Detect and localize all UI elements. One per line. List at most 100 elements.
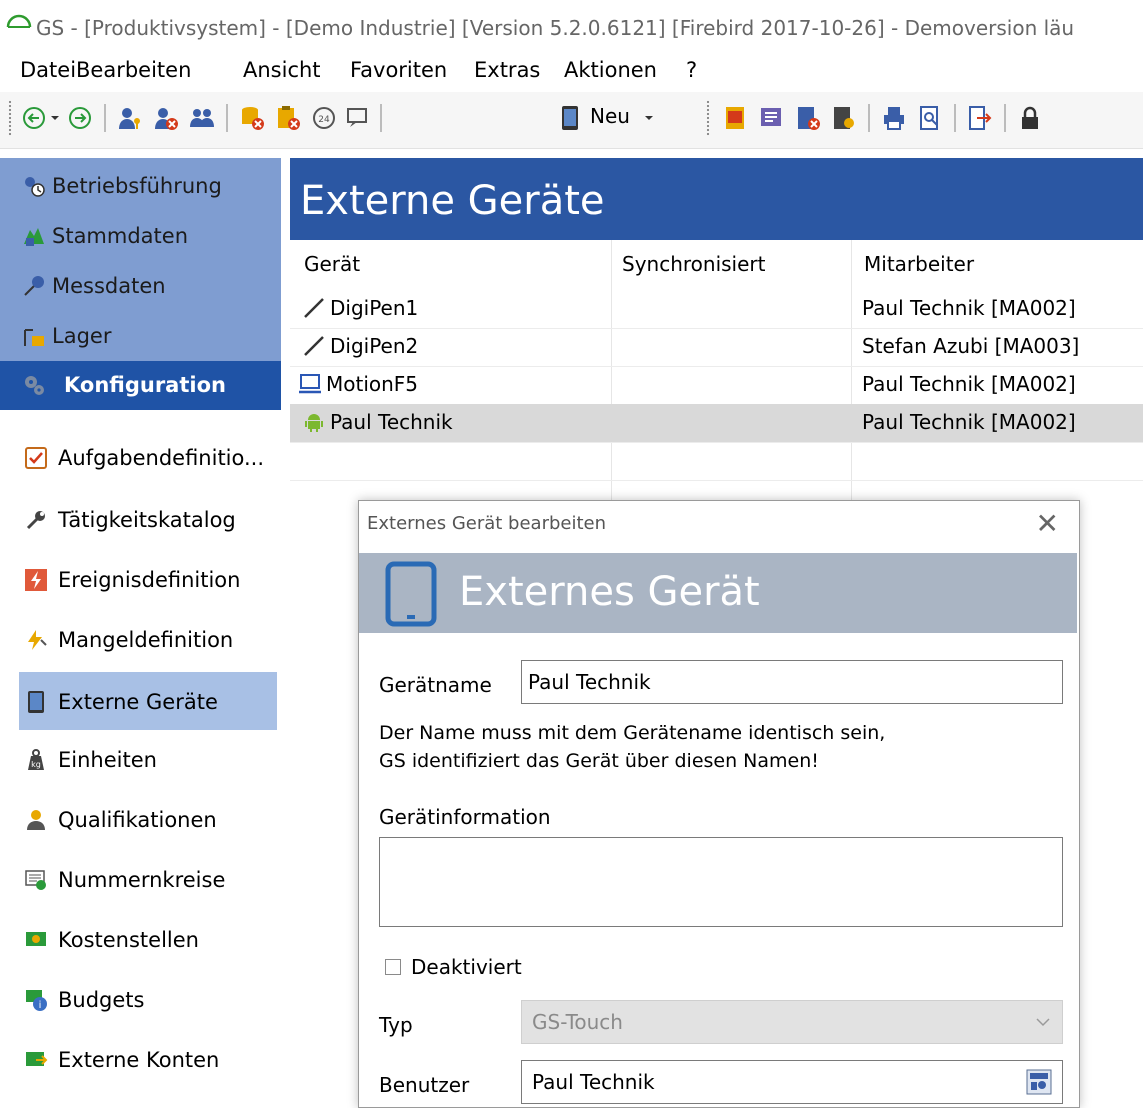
subnav-aufgabendefinition[interactable]: Aufgabendefinitio... <box>24 446 264 470</box>
cell-employee: Paul Technik [MA002] <box>862 296 1076 320</box>
nav-konfiguration[interactable]: Konfiguration <box>0 361 281 410</box>
task-check-icon <box>25 447 47 469</box>
toolbar-grip[interactable] <box>8 100 12 136</box>
subnav-label: Tätigkeitskatalog <box>58 508 236 532</box>
measurement-pin-icon <box>24 276 44 296</box>
pen-icon <box>304 336 324 356</box>
chevron-down-icon[interactable] <box>640 104 658 132</box>
database-remove-icon[interactable] <box>238 104 266 132</box>
qualification-icon <box>27 810 45 830</box>
print-icon[interactable] <box>880 104 908 132</box>
clipboard-remove-icon[interactable] <box>274 104 302 132</box>
svg-text:24: 24 <box>318 115 330 125</box>
svg-text:i: i <box>39 1000 42 1011</box>
menu-datei[interactable]: Datei <box>20 58 76 82</box>
table-row-selected[interactable]: Paul Technik Paul Technik [MA002] <box>290 404 1143 443</box>
table-row[interactable]: MotionF5 Paul Technik [MA002] <box>290 366 1143 405</box>
nav-betriebsfuehrung[interactable]: Betriebsführung <box>22 174 222 198</box>
nav-lager[interactable]: Lager <box>22 324 111 348</box>
toolbar-separator <box>1004 104 1006 132</box>
close-icon[interactable]: ✕ <box>1036 507 1059 540</box>
user-key-icon[interactable] <box>116 104 144 132</box>
menu-aktionen[interactable]: Aktionen <box>564 58 657 82</box>
toolbar-grip[interactable] <box>706 100 710 136</box>
gears-icon <box>25 376 44 395</box>
edit-list-icon[interactable] <box>758 104 786 132</box>
subnav-label: Mangeldefinition <box>58 628 234 652</box>
column-header-synced[interactable]: Synchronisiert <box>622 252 765 276</box>
cell-employee: Paul Technik [MA002] <box>862 410 1076 434</box>
toolbar-separator <box>104 104 106 132</box>
tablet-icon[interactable] <box>556 104 584 132</box>
hint-line: Der Name muss mit dem Gerätename identis… <box>379 722 886 744</box>
deactivated-checkbox[interactable] <box>385 959 401 975</box>
subnav-mangeldefinition[interactable]: Mangeldefinition <box>24 628 233 652</box>
window-title: GS - [Produktivsystem] - [Demo Industrie… <box>36 16 1075 40</box>
subnav-externe-geraete[interactable]: Externe Geräte <box>24 690 218 714</box>
device-info-label: Gerätinformation <box>379 805 551 829</box>
device-name-value: Paul Technik <box>528 670 651 694</box>
menu-bearbeiten[interactable]: Bearbeiten <box>76 58 191 82</box>
new-button[interactable]: Neu <box>590 104 630 128</box>
subnav-label: Kostenstellen <box>58 928 199 952</box>
menu-extras[interactable]: Extras <box>474 58 540 82</box>
document-settings-icon[interactable] <box>830 104 858 132</box>
table-row[interactable]: DigiPen1 Paul Technik [MA002] <box>290 290 1143 329</box>
title-bar: GS - [Produktivsystem] - [Demo Industrie… <box>0 0 1143 52</box>
subnav-label: Externe Geräte <box>58 690 218 714</box>
edit-device-dialog: Externes Gerät bearbeiten ✕ Externes Ger… <box>358 500 1080 1108</box>
cost-center-icon <box>26 932 46 946</box>
page-title: Externe Geräte <box>300 178 605 224</box>
subnav-kostenstellen[interactable]: Kostenstellen <box>24 928 199 952</box>
menu-favoriten[interactable]: Favoriten <box>350 58 447 82</box>
user-group-icon[interactable] <box>188 104 216 132</box>
subnav-budgets[interactable]: i Budgets <box>24 988 144 1012</box>
tablet-icon <box>28 691 44 713</box>
svg-text:kg: kg <box>31 760 41 769</box>
event-lightning-icon <box>25 569 47 591</box>
subnav-ereignisdefinition[interactable]: Ereignisdefinition <box>24 568 240 592</box>
menu-help[interactable]: ? <box>686 58 697 82</box>
subnav-taetigkeitskatalog[interactable]: Tätigkeitskatalog <box>24 508 236 532</box>
chat-icon[interactable] <box>344 104 372 132</box>
menu-ansicht[interactable]: Ansicht <box>243 58 321 82</box>
empty-row-line <box>290 480 1143 481</box>
subnav-label: Nummernkreise <box>58 868 226 892</box>
subnav-label: Budgets <box>58 988 145 1012</box>
device-info-textarea[interactable] <box>379 837 1063 927</box>
chevron-down-icon[interactable] <box>48 104 62 132</box>
type-value: GS-Touch <box>532 1010 623 1034</box>
deactivated-label: Deaktiviert <box>411 955 522 979</box>
export-icon[interactable] <box>966 104 994 132</box>
subnav-nummernkreise[interactable]: Nummernkreise <box>24 868 225 892</box>
document-remove-icon[interactable] <box>794 104 822 132</box>
hint-line: GS identifiziert das Gerät über diesen N… <box>379 750 819 772</box>
pdf-export-icon[interactable] <box>722 104 750 132</box>
type-select[interactable]: GS-Touch <box>521 1000 1063 1044</box>
nav-messdaten[interactable]: Messdaten <box>22 274 166 298</box>
subnav-externe-konten[interactable]: Externe Konten <box>24 1048 219 1072</box>
nav-stammdaten[interactable]: Stammdaten <box>22 224 188 248</box>
cell-employee: Paul Technik [MA002] <box>862 372 1076 396</box>
device-name-input[interactable]: Paul Technik <box>521 660 1063 704</box>
print-preview-icon[interactable] <box>916 104 944 132</box>
column-header-employee[interactable]: Mitarbeiter <box>864 252 974 276</box>
clock-24-icon[interactable]: 24 <box>310 104 338 132</box>
external-account-icon <box>26 1052 48 1066</box>
budget-info-icon: i <box>26 990 47 1011</box>
user-picker-icon[interactable] <box>1026 1069 1052 1095</box>
table-row[interactable]: DigiPen2 Stefan Azubi [MA003] <box>290 328 1143 367</box>
column-header-device[interactable]: Gerät <box>304 252 360 276</box>
weight-kg-icon: kg <box>28 749 44 770</box>
subnav-einheiten[interactable]: kg Einheiten <box>24 748 157 772</box>
wrench-icon <box>26 511 45 530</box>
subnav-qualifikationen[interactable]: Qualifikationen <box>24 808 217 832</box>
dialog-heading: Externes Gerät <box>459 569 760 615</box>
device-name-hint: Der Name muss mit dem Gerätename identis… <box>379 719 885 775</box>
user-label: Benutzer <box>379 1073 470 1097</box>
lock-icon[interactable] <box>1016 104 1044 132</box>
user-remove-icon[interactable] <box>152 104 180 132</box>
user-input[interactable]: Paul Technik <box>521 1060 1063 1104</box>
back-icon[interactable] <box>20 104 48 132</box>
forward-icon[interactable] <box>66 104 94 132</box>
